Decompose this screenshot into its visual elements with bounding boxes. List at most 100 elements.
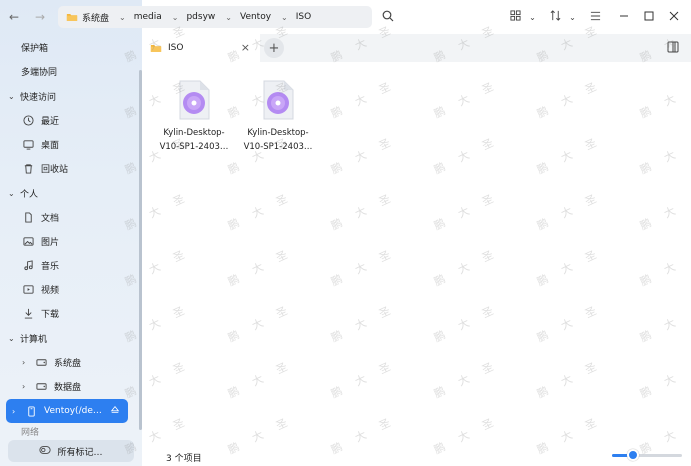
sidebar-item-desktop[interactable]: 桌面 [0,132,142,156]
chevron-down-icon: ⌄ [8,333,15,343]
zoom-slider[interactable] [612,449,682,461]
clock-icon [21,113,35,127]
download-icon [21,306,35,320]
sidebar-item-label: 视频 [41,285,60,296]
sort-button[interactable]: ⌄ [548,9,578,25]
status-item-count: 3 个项目 [166,454,202,464]
grid-view-icon [510,10,521,24]
sidebar-item-videos[interactable]: 视频 [0,277,142,301]
section-label: 快速访问 [20,92,57,103]
sidebar-item-label: 文档 [41,213,60,224]
menu-button[interactable] [588,9,602,25]
chevron-down-icon: ⌄ [569,12,576,22]
sidebar-item-system-disk[interactable]: › 系统盘 [0,350,142,374]
section-personal[interactable]: ⌄ 个人 [0,181,142,205]
file-item[interactable]: Kylin-Desktop- V10-SP1-2403… [152,78,236,154]
section-quick-access[interactable]: ⌄ 快速访问 [0,84,142,108]
search-icon [382,10,394,25]
close-tab-icon[interactable]: × [241,41,250,54]
trash-icon [21,161,35,175]
eject-icon[interactable] [110,405,120,418]
section-network[interactable]: 网络 [0,424,142,438]
chevron-right-icon[interactable]: › [22,382,34,391]
all-tags-button[interactable]: 所有标记… [8,440,134,462]
forward-button[interactable]: → [32,9,48,25]
tab-iso[interactable]: ISO × [142,34,260,62]
chevron-down-icon: ⌄ [8,91,15,101]
disk-icon [34,355,48,369]
breadcrumb-item-current[interactable]: ISO [296,12,311,22]
sidebar-item-music[interactable]: 音乐 [0,253,142,277]
sidebar-item-safe-box[interactable]: 保护箱 [0,35,142,59]
folder-icon [150,43,162,53]
plus-icon: + [268,40,280,56]
sidebar-item-downloads[interactable]: 下载 [0,301,142,325]
disk-icon [34,379,48,393]
sidebar-item-label: 保护箱 [21,43,49,54]
section-computer[interactable]: ⌄ 计算机 [0,326,142,350]
maximize-icon [644,11,654,24]
sidebar-item-data-disk[interactable]: › 数据盘 [0,374,142,398]
toolbar: ← → 系统盘 ⌄ media ⌄ pdsyw ⌄ Ventoy ⌄ ISO ⌄ ⌄ [0,0,691,34]
sidebar-item-label: 下载 [41,309,60,320]
sidebar-item-trash[interactable]: 回收站 [0,156,142,180]
back-button[interactable]: ← [6,9,22,25]
music-icon [21,258,35,272]
all-tags-label: 所有标记… [57,447,103,458]
sidebar-item-pictures[interactable]: 图片 [0,229,142,253]
chevron-down-icon: ⌄ [529,12,536,22]
sidebar-item-label: 数据盘 [54,382,82,393]
tab-bar: ISO × + [142,34,691,62]
add-tab-button[interactable]: + [264,38,284,58]
sidebar-item-recent[interactable]: 最近 [0,108,142,132]
section-label: 个人 [20,189,39,200]
sidebar-item-documents[interactable]: 文档 [0,205,142,229]
disc-image-icon [256,78,300,122]
maximize-button[interactable] [642,9,656,25]
sidebar: 保护箱 多端协同 ⌄ 快速访问 最近 桌面 回收站 ⌄ 个人 文档 图片 音乐 … [0,0,142,466]
disc-image-icon [172,78,216,122]
minimize-button[interactable] [617,9,631,25]
minimize-icon [619,11,629,24]
folder-icon [66,12,78,22]
sidebar-item-multi-device[interactable]: 多端协同 [0,59,142,83]
breadcrumb-item[interactable]: Ventoy ⌄ [240,12,296,22]
video-icon [21,282,35,296]
document-icon [21,210,35,224]
breadcrumb-item[interactable]: 系统盘 ⌄ [82,11,134,24]
sort-icon [550,10,561,24]
breadcrumb-item[interactable]: pdsyw ⌄ [186,12,240,22]
panel-icon [667,41,679,56]
zoom-handle[interactable] [627,449,639,461]
section-label: 网络 [21,427,40,438]
sidebar-item-label: 系统盘 [54,358,82,369]
sidebar-item-label: 图片 [41,237,60,248]
picture-icon [21,234,35,248]
chevron-right-icon[interactable]: › [22,358,34,367]
sidebar-item-label: 桌面 [41,140,60,151]
tab-label: ISO [168,43,184,53]
tag-icon [39,445,52,458]
file-name: Kylin-Desktop- V10-SP1-2403… [243,128,313,152]
close-icon [669,11,679,24]
file-name: Kylin-Desktop- V10-SP1-2403… [159,128,229,152]
close-button[interactable] [667,9,681,25]
breadcrumb: 系统盘 ⌄ media ⌄ pdsyw ⌄ Ventoy ⌄ ISO [58,6,372,28]
search-button[interactable] [380,9,396,25]
sidebar-item-label: 最近 [41,116,60,127]
desktop-icon [21,137,35,151]
detail-panel-toggle[interactable] [667,41,681,55]
sidebar-item-label: 多端协同 [21,67,58,78]
sidebar-item-label: 音乐 [41,261,60,272]
file-view[interactable]: Kylin-Desktop- V10-SP1-2403… Kylin-Deskt… [142,62,691,466]
usb-drive-icon [24,404,38,418]
sidebar-item-ventoy[interactable]: › Ventoy(/de… [6,399,128,423]
breadcrumb-item[interactable]: media ⌄ [134,12,187,22]
chevron-right-icon[interactable]: › [12,407,24,416]
sidebar-item-label: Ventoy(/de… [44,406,102,416]
section-label: 计算机 [20,334,48,345]
file-item[interactable]: Kylin-Desktop- V10-SP1-2403… [236,78,320,154]
chevron-down-icon: ⌄ [8,188,15,198]
menu-icon [590,11,601,24]
view-mode-button[interactable]: ⌄ [508,9,538,25]
